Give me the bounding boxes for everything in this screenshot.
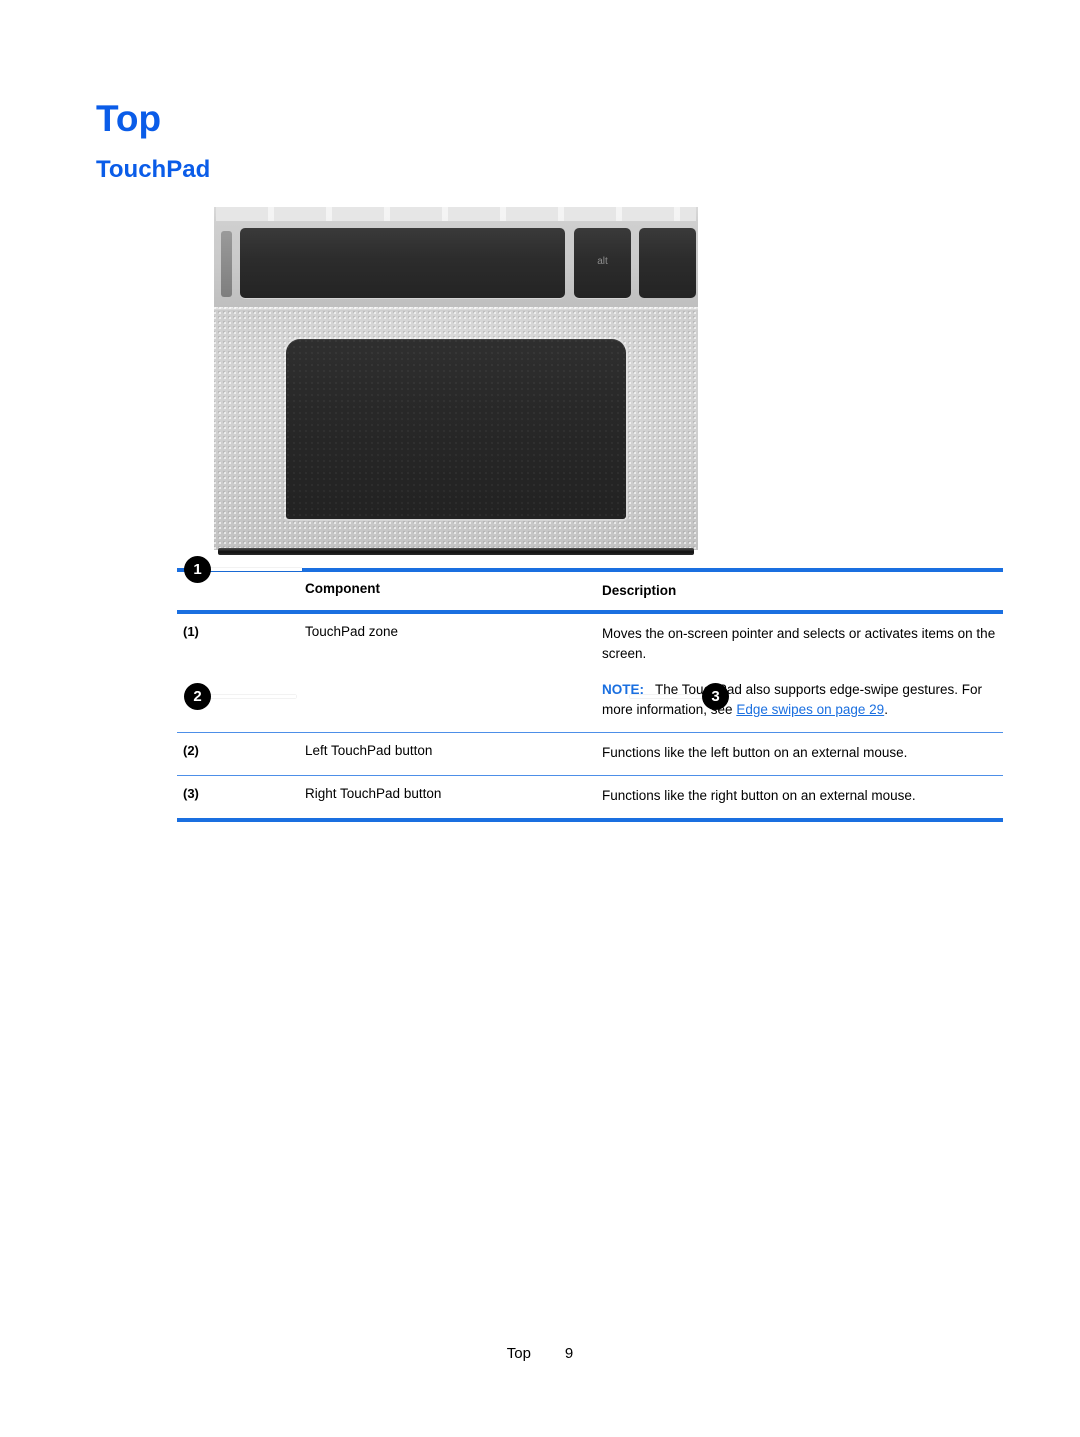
table-row: (2) Left TouchPad button Functions like … <box>177 733 1003 775</box>
callout-3-leader-line <box>630 695 706 698</box>
row-number: (1) <box>183 623 199 639</box>
alt-key-icon: alt <box>574 228 631 298</box>
row-note: NOTE: The TouchPad also supports edge-sw… <box>602 680 999 720</box>
alt-key-label: alt <box>597 256 608 267</box>
row-number: (2) <box>183 742 199 758</box>
keyboard-key-row-icon <box>216 207 696 221</box>
palmrest <box>214 307 698 550</box>
section-heading: TouchPad <box>96 156 211 183</box>
footer-page-number: 9 <box>564 1345 574 1362</box>
callout-2-number: 2 <box>184 683 211 710</box>
components-table: Component Description (1) TouchPad zone … <box>177 568 1003 822</box>
row-description: Moves the on-screen pointer and selects … <box>602 614 1003 732</box>
callout-3-number: 3 <box>702 683 729 710</box>
table-header-description: Description <box>602 583 677 598</box>
callout-1-leader-line <box>208 568 302 571</box>
touchpad-texture <box>286 339 626 519</box>
touchpad-surface <box>286 339 626 519</box>
callout-2-leader-line <box>208 695 296 698</box>
table-bottom-border <box>177 817 1003 822</box>
document-page: Top TouchPad alt 1 2 3 Component Descrip… <box>0 0 1080 1437</box>
edge-swipes-link[interactable]: Edge swipes on page 29 <box>736 702 884 717</box>
footer-section-label: Top <box>506 1345 531 1362</box>
table-header-row: Component Description <box>177 572 1003 610</box>
keyboard-deck: alt <box>214 207 698 307</box>
touchpad-illustration: alt 1 2 3 <box>178 205 738 710</box>
spacebar-key-icon <box>240 228 565 298</box>
callout-1-number: 1 <box>184 556 211 583</box>
row-component: Right TouchPad button <box>305 785 442 801</box>
row-number: (3) <box>183 785 199 801</box>
row-component: TouchPad zone <box>305 623 399 639</box>
row-description: Functions like the left button on an ext… <box>602 744 908 760</box>
keyboard-left-edge-key-icon <box>221 231 232 297</box>
table-header-component: Component <box>305 581 380 596</box>
page-title: Top <box>96 98 162 139</box>
table-row: (3) Right TouchPad button Functions like… <box>177 776 1003 818</box>
row-component: Left TouchPad button <box>305 742 433 758</box>
partial-key-icon <box>639 228 696 298</box>
laptop-photo: alt <box>214 207 698 557</box>
row-description-text: Moves the on-screen pointer and selects … <box>602 625 996 661</box>
note-text-after-link: . <box>884 701 888 717</box>
row-description: Functions like the right button on an ex… <box>602 787 916 803</box>
page-footer: Top 9 <box>0 1345 1080 1362</box>
chassis-bottom-edge <box>218 548 694 555</box>
table-row: (1) TouchPad zone Moves the on-screen po… <box>177 614 1003 732</box>
